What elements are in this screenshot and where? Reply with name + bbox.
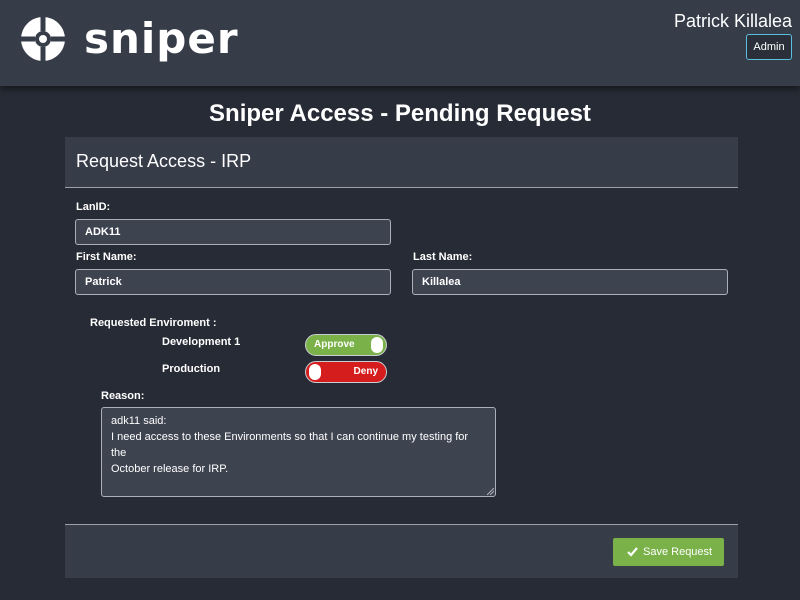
panel-title: Request Access - IRP [76,151,252,171]
save-request-button[interactable]: Save Request [613,538,724,566]
reason-line: I need access to these Environments so t… [111,431,469,459]
first-name-label: First Name: [76,251,137,263]
last-name-label: Last Name: [413,251,473,263]
resize-grip-icon[interactable] [487,488,494,495]
panel-header: Request Access - IRP [65,137,738,188]
reason-line: adk11 said: [111,415,167,427]
panel-footer: Save Request [65,524,738,578]
save-request-label: Save Request [643,546,713,558]
request-panel: Request Access - IRP LanID: ADK11 First … [65,137,738,578]
lanid-field[interactable]: ADK11 [75,219,391,245]
brand-wordmark: sniper [84,14,239,63]
environment-name-production: Production [162,363,221,375]
crosshair-logo-icon [19,15,67,63]
reason-label: Reason: [101,390,145,402]
toggle-knob [309,364,321,380]
check-icon [627,547,638,557]
admin-button[interactable]: Admin [746,34,792,60]
lanid-label: LanID: [76,201,111,213]
environment-name-development: Development 1 [162,336,241,348]
environment-label: Requested Enviroment : [90,317,217,329]
sniper-logo[interactable]: sniper [18,14,238,64]
top-navbar: sniper Patrick Killalea Admin [0,0,800,86]
production-deny-toggle[interactable]: Deny [305,361,387,383]
reason-textarea[interactable]: adk11 said: I need access to these Envir… [101,407,496,497]
last-name-field[interactable]: Killalea [412,269,728,295]
toggle-knob [371,337,383,353]
page-title: Sniper Access - Pending Request [209,100,591,127]
toggle-state-label: Deny [353,366,378,377]
reason-line: October release for IRP. [111,463,229,475]
development-approve-toggle[interactable]: Approve [305,334,387,356]
user-name: Patrick Killalea [673,11,792,31]
first-name-field[interactable]: Patrick [75,269,391,295]
toggle-state-label: Approve [314,339,355,350]
